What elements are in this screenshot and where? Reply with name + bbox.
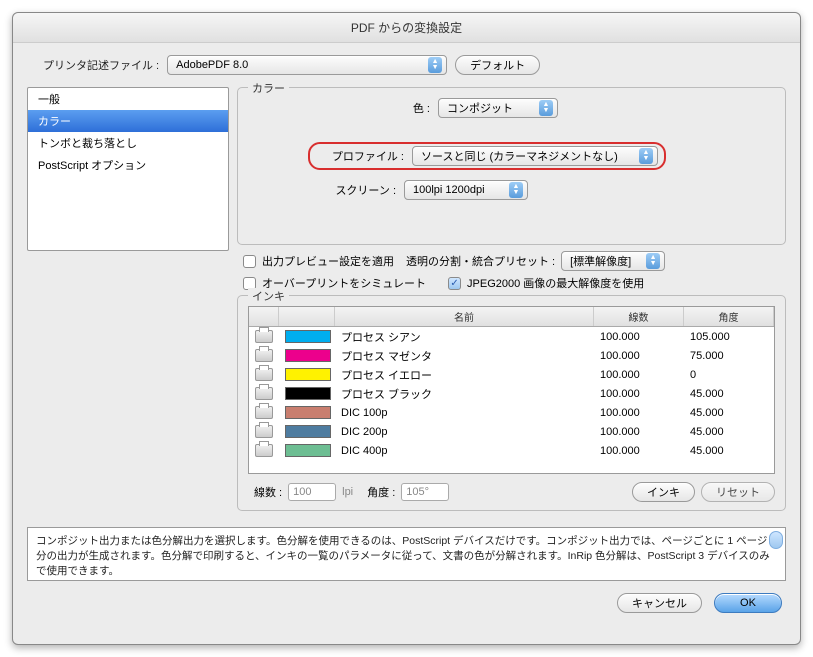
angle-input[interactable] xyxy=(401,483,449,501)
ink-name: DIC 200p xyxy=(335,425,594,439)
printer-icon xyxy=(255,349,273,362)
th-angle: 角度 xyxy=(684,307,774,326)
sidebar-item-general[interactable]: 一般 xyxy=(28,88,228,110)
printer-icon xyxy=(255,444,273,457)
ink-legend: インキ xyxy=(248,288,289,304)
ink-angle: 45.000 xyxy=(684,406,774,420)
th-name: 名前 xyxy=(335,307,594,326)
ink-lines: 100.000 xyxy=(594,406,684,420)
ink-table: 名前 線数 角度 プロセス シアン100.000105.000プロセス マゼンタ… xyxy=(248,306,775,474)
color-swatch xyxy=(285,330,331,343)
ink-lines: 100.000 xyxy=(594,387,684,401)
sidebar-item-postscript[interactable]: PostScript オプション xyxy=(28,154,228,176)
table-row[interactable]: プロセス シアン100.000105.000 xyxy=(249,327,774,346)
lines-input-label: 線数 : xyxy=(254,484,282,500)
chevron-updown-icon: ▲▼ xyxy=(509,182,523,198)
ink-angle: 45.000 xyxy=(684,387,774,401)
th-lines: 線数 xyxy=(594,307,684,326)
color-select[interactable]: コンポジット ▲▼ xyxy=(438,98,558,118)
ink-lines: 100.000 xyxy=(594,330,684,344)
printer-icon xyxy=(255,387,273,400)
default-button[interactable]: デフォルト xyxy=(455,55,540,75)
dialog: PDF からの変換設定 プリンタ記述ファイル : AdobePDF 8.0 ▲▼… xyxy=(12,12,801,645)
ink-lines: 100.000 xyxy=(594,349,684,363)
sidebar-item-marks[interactable]: トンボと裁ち落とし xyxy=(28,132,228,154)
color-swatch xyxy=(285,387,331,400)
color-fieldset: カラー 色 : コンポジット ▲▼ プロファイル : ソースと同じ (カラーマネ… xyxy=(237,87,786,245)
table-row[interactable]: プロセス マゼンタ100.00075.000 xyxy=(249,346,774,365)
printer-file-select[interactable]: AdobePDF 8.0 ▲▼ xyxy=(167,55,447,75)
sidebar: 一般カラートンボと裁ち落としPostScript オプション xyxy=(27,87,229,251)
chevron-updown-icon: ▲▼ xyxy=(428,57,442,73)
table-row[interactable]: DIC 100p100.00045.000 xyxy=(249,403,774,422)
screen-label: スクリーン : xyxy=(308,182,396,198)
printer-icon xyxy=(255,330,273,343)
printer-file-value: AdobePDF 8.0 xyxy=(176,59,248,71)
scrollbar-thumb[interactable] xyxy=(769,531,783,549)
table-row[interactable]: プロセス ブラック100.00045.000 xyxy=(249,384,774,403)
apply-preview-checkbox[interactable] xyxy=(243,255,256,268)
color-swatch xyxy=(285,425,331,438)
flatten-select[interactable]: [標準解像度] ▲▼ xyxy=(561,251,665,271)
ink-name: プロセス マゼンタ xyxy=(335,347,594,365)
description-text: コンポジット出力または色分解出力を選択します。色分解を使用できるのは、PostS… xyxy=(36,535,770,577)
printer-icon xyxy=(255,425,273,438)
ink-name: プロセス イエロー xyxy=(335,366,594,384)
color-swatch xyxy=(285,406,331,419)
ink-name: DIC 100p xyxy=(335,406,594,420)
flatten-label: 透明の分割・統合プリセット : xyxy=(406,253,555,269)
ink-angle: 0 xyxy=(684,368,774,382)
ink-angle: 45.000 xyxy=(684,444,774,458)
reset-button[interactable]: リセット xyxy=(701,482,775,502)
ink-angle: 75.000 xyxy=(684,349,774,363)
color-legend: カラー xyxy=(248,80,289,96)
ink-name: プロセス シアン xyxy=(335,328,594,346)
profile-select[interactable]: ソースと同じ (カラーマネジメントなし) ▲▼ xyxy=(412,146,658,166)
jpeg2000-label: JPEG2000 画像の最大解像度を使用 xyxy=(467,275,644,291)
printer-icon xyxy=(255,406,273,419)
printer-file-label: プリンタ記述ファイル : xyxy=(43,57,159,73)
ink-angle: 105.000 xyxy=(684,330,774,344)
color-swatch xyxy=(285,368,331,381)
ink-lines: 100.000 xyxy=(594,368,684,382)
th-swatch xyxy=(279,307,335,326)
jpeg2000-checkbox[interactable] xyxy=(448,277,461,290)
screen-select[interactable]: 100lpi 1200dpi ▲▼ xyxy=(404,180,528,200)
ink-lines: 100.000 xyxy=(594,425,684,439)
ink-name: プロセス ブラック xyxy=(335,385,594,403)
color-label: 色 : xyxy=(390,100,430,116)
description-box: コンポジット出力または色分解出力を選択します。色分解を使用できるのは、PostS… xyxy=(27,527,786,581)
ink-name: DIC 400p xyxy=(335,444,594,458)
color-swatch xyxy=(285,444,331,457)
lines-unit: lpi xyxy=(342,486,353,498)
table-row[interactable]: DIC 400p100.00045.000 xyxy=(249,441,774,460)
table-row[interactable]: DIC 200p100.00045.000 xyxy=(249,422,774,441)
profile-highlight: プロファイル : ソースと同じ (カラーマネジメントなし) ▲▼ xyxy=(308,142,666,170)
ink-lines: 100.000 xyxy=(594,444,684,458)
lines-input[interactable] xyxy=(288,483,336,501)
ok-button[interactable]: OK xyxy=(714,593,782,613)
chevron-updown-icon: ▲▼ xyxy=(539,100,553,116)
th-icon xyxy=(249,307,279,326)
sidebar-item-color[interactable]: カラー xyxy=(28,110,228,132)
chevron-updown-icon: ▲▼ xyxy=(639,148,653,164)
ink-fieldset: インキ 名前 線数 角度 プロセス シアン100.000105.000プロセス … xyxy=(237,295,786,511)
chevron-updown-icon: ▲▼ xyxy=(646,253,660,269)
color-swatch xyxy=(285,349,331,362)
ink-button[interactable]: インキ xyxy=(632,482,695,502)
angle-input-label: 角度 : xyxy=(367,484,395,500)
apply-preview-label: 出力プレビュー設定を適用 xyxy=(262,253,394,269)
profile-label: プロファイル : xyxy=(316,148,404,164)
table-row[interactable]: プロセス イエロー100.0000 xyxy=(249,365,774,384)
ink-angle: 45.000 xyxy=(684,425,774,439)
printer-icon xyxy=(255,368,273,381)
cancel-button[interactable]: キャンセル xyxy=(617,593,702,613)
dialog-title: PDF からの変換設定 xyxy=(13,13,800,43)
